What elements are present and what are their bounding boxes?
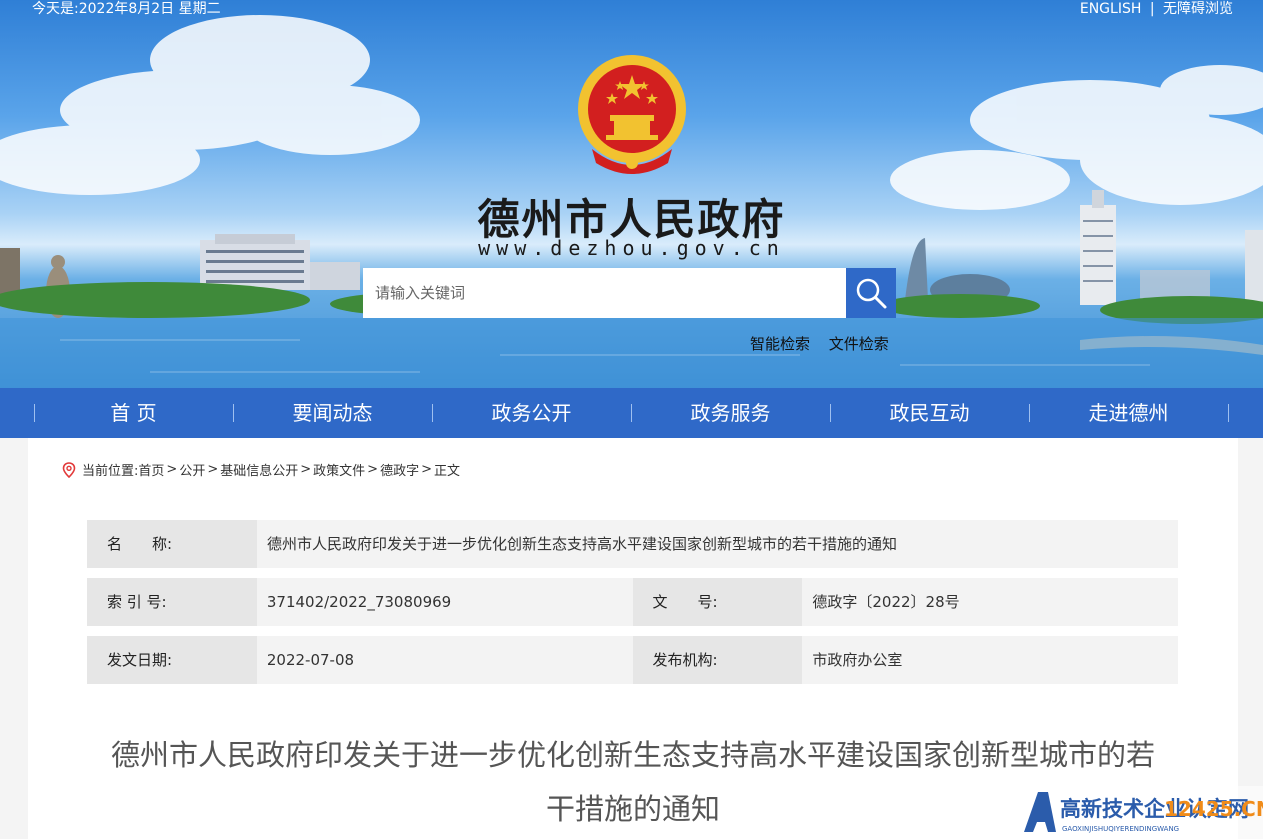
main-nav: 首 页 要闻动态 政务公开 政务服务 政民互动 走进德州 — [0, 388, 1263, 438]
issue-date-label: 发文日期: — [87, 636, 257, 684]
site-watermark-logo: 高新技术企业认定网 12425.CN GAOXINJISHUQIYERENDIN… — [1018, 786, 1263, 839]
publisher-label: 发布机构: — [632, 636, 803, 684]
doc-number-value: 德政字〔2022〕28号 — [802, 578, 1178, 626]
top-links: ENGLISH | 无障碍浏览 — [1080, 0, 1233, 18]
issue-date-value: 2022-07-08 — [256, 636, 633, 684]
breadcrumb-label: 当前位置: — [82, 464, 139, 479]
search-button[interactable] — [846, 268, 896, 318]
accessibility-link[interactable]: 无障碍浏览 — [1163, 1, 1233, 17]
name-value: 德州市人民政府印发关于进一步优化创新生态支持高水平建设国家创新型城市的若干措施的… — [257, 520, 1178, 568]
document-title-line-1: 德州市人民政府印发关于进一步优化创新生态支持高水平建设国家创新型城市的若 — [110, 738, 1155, 772]
breadcrumb: 当前位置: 首页 > 公开 > 基础信息公开 > 政策文件 > 德政字 > 正文 — [62, 460, 460, 479]
info-row-name: 名 称: 德州市人民政府印发关于进一步优化创新生态支持高水平建设国家创新型城市的… — [87, 520, 1178, 568]
watermark-domain: 12425.CN — [1164, 797, 1263, 821]
search-icon — [856, 278, 887, 309]
top-links-separator: | — [1149, 1, 1155, 17]
document-info-table: 名 称: 德州市人民政府印发关于进一步优化创新生态支持高水平建设国家创新型城市的… — [87, 520, 1178, 694]
search-input[interactable] — [363, 268, 846, 318]
breadcrumb-current: 正文 — [434, 464, 461, 479]
nav-item-public-affairs[interactable]: 政务公开 — [432, 388, 631, 438]
nav-item-interaction[interactable]: 政民互动 — [830, 388, 1029, 438]
breadcrumb-public[interactable]: 公开 — [179, 460, 205, 479]
current-date: 今天是:2022年8月2日 星期二 — [32, 1, 221, 17]
location-pin-icon — [62, 461, 76, 478]
content-panel: 当前位置: 首页 > 公开 > 基础信息公开 > 政策文件 > 德政字 > 正文… — [28, 438, 1238, 839]
smart-search-link[interactable]: 智能检索 — [750, 335, 810, 353]
index-label: 索 引 号: — [87, 578, 257, 626]
english-link[interactable]: ENGLISH — [1080, 1, 1142, 17]
breadcrumb-policy-docs[interactable]: 政策文件 — [313, 460, 365, 479]
index-value: 371402/2022_73080969 — [256, 578, 633, 626]
site-url: www.dezhou.gov.cn — [478, 236, 785, 260]
doc-number-label: 文 号: — [632, 578, 803, 626]
info-row-date: 发文日期: 2022-07-08 发布机构: 市政府办公室 — [87, 636, 1178, 684]
info-row-index: 索 引 号: 371402/2022_73080969 文 号: 德政字〔202… — [87, 578, 1178, 626]
nav-item-news[interactable]: 要闻动态 — [233, 388, 432, 438]
nav-divider — [1228, 388, 1229, 438]
name-label: 名 称: — [87, 520, 257, 568]
nav-item-home[interactable]: 首 页 — [34, 388, 233, 438]
search-links: 智能检索 文件检索 — [750, 333, 903, 354]
document-title: 德州市人民政府印发关于进一步优化创新生态支持高水平建设国家创新型城市的若 干措施… — [88, 728, 1178, 836]
header-banner: 今天是:2022年8月2日 星期二 ENGLISH | 无障碍浏览 德州市人民政… — [0, 0, 1263, 388]
breadcrumb-dezhengzi[interactable]: 德政字 — [380, 460, 419, 479]
document-title-line-2: 干措施的通知 — [545, 792, 720, 826]
national-emblem-icon — [578, 55, 686, 174]
file-search-link[interactable]: 文件检索 — [829, 335, 889, 353]
nav-item-about-dezhou[interactable]: 走进德州 — [1029, 388, 1228, 438]
nav-item-services[interactable]: 政务服务 — [631, 388, 830, 438]
publisher-value: 市政府办公室 — [802, 636, 1178, 684]
breadcrumb-basic-info[interactable]: 基础信息公开 — [220, 460, 298, 479]
breadcrumb-home[interactable]: 首页 — [138, 460, 164, 479]
watermark-subtext: GAOXINJISHUQIYERENDINGWANG — [1062, 825, 1179, 833]
